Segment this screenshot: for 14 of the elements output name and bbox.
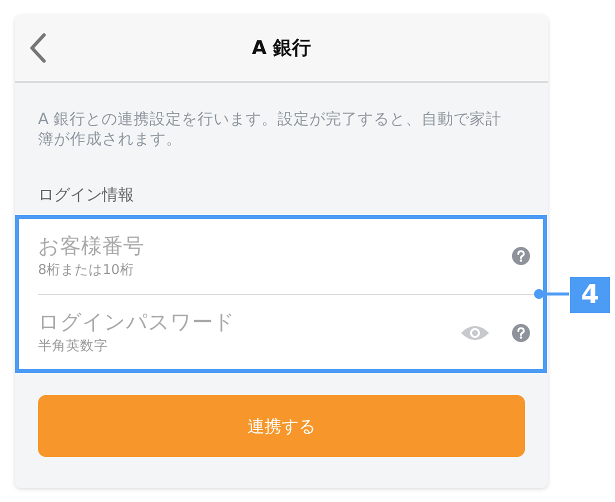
eye-icon[interactable] <box>460 324 490 342</box>
connect-button[interactable]: 連携する <box>38 395 525 457</box>
input-field[interactable]: お客様番号 <box>38 234 418 258</box>
leader-line <box>533 288 569 300</box>
chevron-left-icon <box>29 32 47 64</box>
section-label: ログイン情報 <box>38 185 135 206</box>
input-field[interactable]: ログインパスワード <box>38 310 418 334</box>
help-icon[interactable] <box>512 247 530 265</box>
field-hint: 8桁または10桁 <box>38 260 135 278</box>
description-text: A 銀行との連携設定を行います。設定が完了すると、自動で家計簿が作成されます。 <box>38 109 503 149</box>
field-hint: 半角英数字 <box>38 337 109 355</box>
screen-title: A 銀行 <box>252 36 312 61</box>
annotation-badge: 4 <box>570 277 610 313</box>
help-icon[interactable] <box>512 324 530 342</box>
